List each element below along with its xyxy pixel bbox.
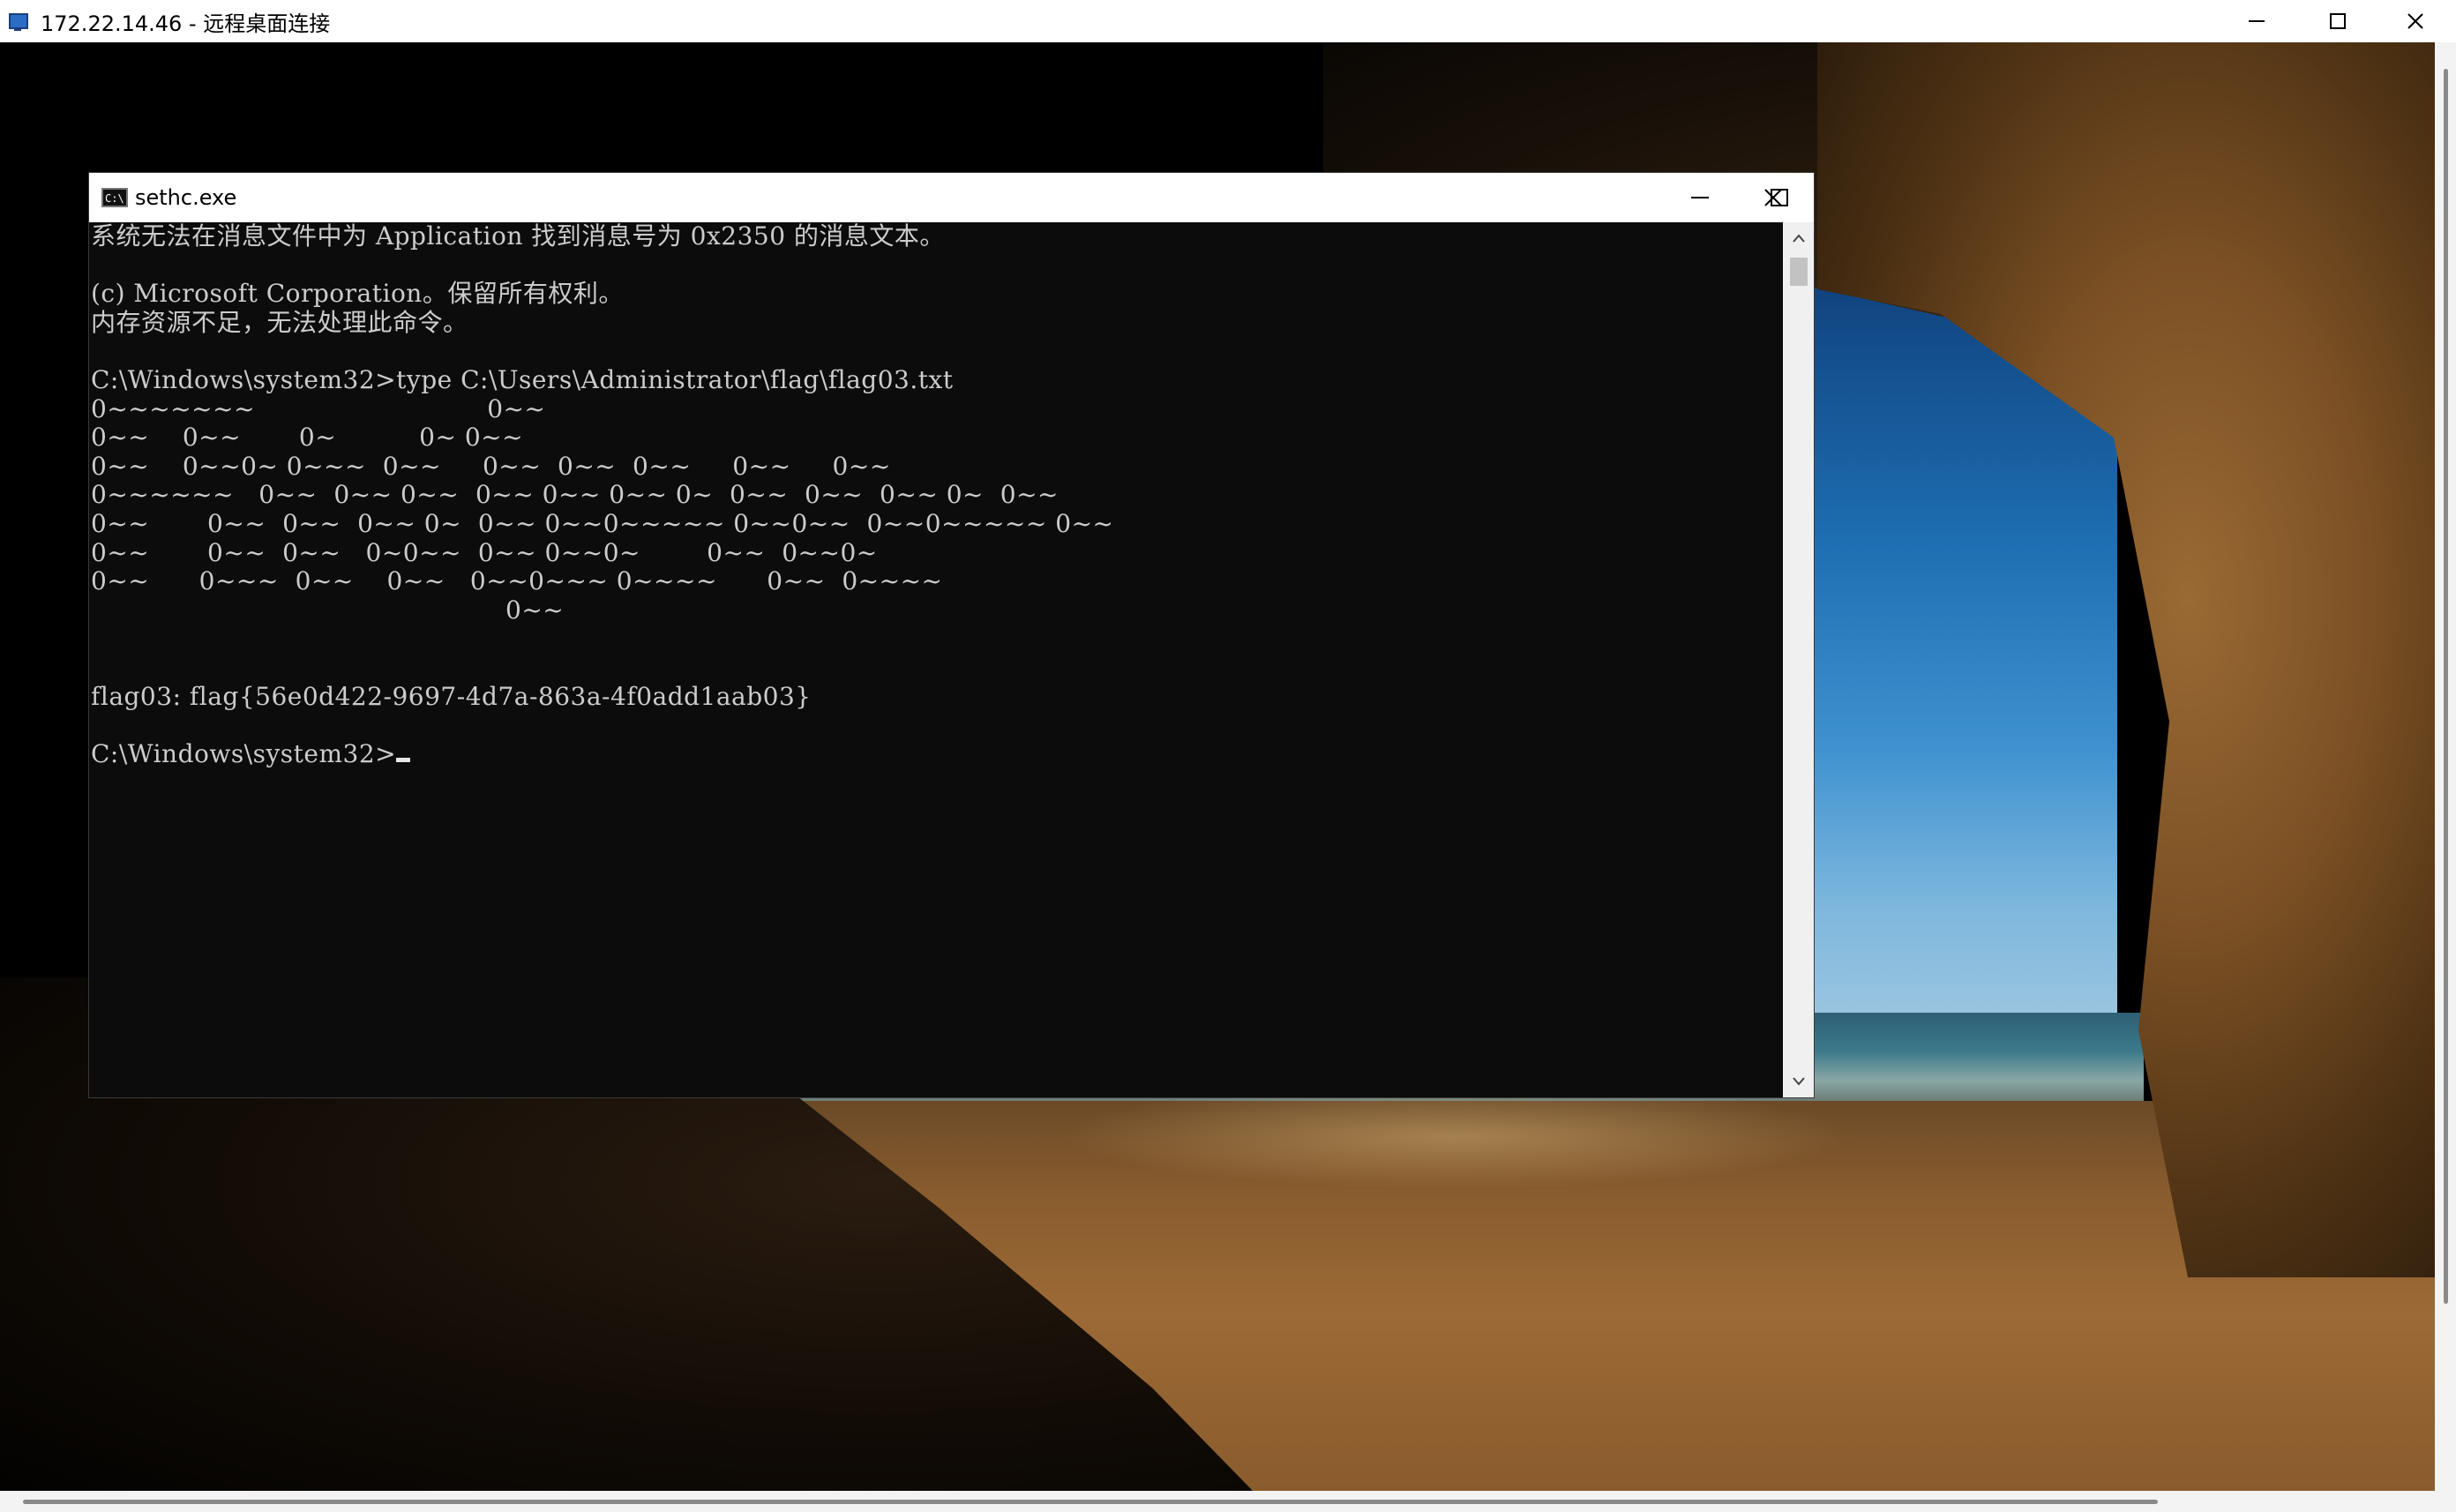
wallpaper-reflection xyxy=(1059,1083,1853,1189)
minimize-icon xyxy=(2249,20,2265,22)
close-icon xyxy=(2407,13,2423,29)
minimize-icon xyxy=(1691,197,1709,198)
console-vertical-scrollbar[interactable] xyxy=(1783,222,1814,1097)
console-line: 0~~ 0~~~ 0~~ 0~~ 0~~0~~~ 0~~~~ 0~~ 0~~~~ xyxy=(91,566,943,596)
close-icon xyxy=(1763,189,1782,206)
console-line: 0~~ 0~~ 0~~ 0~~ 0~ 0~~ 0~~0~~~~~ 0~~0~~ … xyxy=(91,508,1114,538)
remote-desktop-icon xyxy=(7,10,30,33)
console-line: 内存资源不足，无法处理此命令。 xyxy=(91,307,468,337)
scroll-up-icon xyxy=(1792,234,1805,243)
rdp-minimize-button[interactable] xyxy=(2216,0,2297,42)
rdp-vertical-scrollbar[interactable] xyxy=(2435,42,2456,1491)
console-line: 0~~~~~~ 0~~ 0~~ 0~~ 0~~ 0~~ 0~~ 0~ 0~~ 0… xyxy=(91,480,1060,510)
rdp-scroll-corner xyxy=(2435,1491,2456,1512)
console-line: 0~~ 0~~ 0~ 0~ 0~~ xyxy=(91,423,524,453)
console-line: (c) Microsoft Corporation。保留所有权利。 xyxy=(91,279,624,309)
console-text: 系统无法在消息文件中为 Application 找到消息号为 0x2350 的消… xyxy=(89,222,1783,768)
console-line: 系统无法在消息文件中为 Application 找到消息号为 0x2350 的消… xyxy=(91,222,945,251)
rdp-window-title: 172.22.14.46 - 远程桌面连接 xyxy=(41,11,331,36)
scrollbar-thumb[interactable] xyxy=(1790,258,1808,286)
cmd-icon: C:\ xyxy=(101,188,128,207)
console-line: 0~~ 0~~0~ 0~~~ 0~~ 0~~ 0~~ 0~~ 0~~ 0~~ xyxy=(91,451,891,481)
console-line: 0~~ 0~~ 0~~ 0~0~~ 0~~ 0~~0~ 0~~ 0~~0~ xyxy=(91,537,878,567)
console-line: flag03: flag{56e0d422-9697-4d7a-863a-4f0… xyxy=(91,681,812,711)
console-window[interactable]: C:\ sethc.exe 系统无法在消息文件中为 Application 找到… xyxy=(89,173,1814,1097)
rdp-title-bar: 172.22.14.46 - 远程桌面连接 xyxy=(0,0,2456,43)
rdp-horizontal-scrollbar[interactable] xyxy=(0,1491,2435,1512)
console-line: 0~~~~~~~ 0~~ xyxy=(91,393,546,423)
rdp-maximize-button[interactable] xyxy=(2297,0,2378,42)
console-output[interactable]: 系统无法在消息文件中为 Application 找到消息号为 0x2350 的消… xyxy=(89,222,1783,1097)
rdp-horizontal-scroll-thumb[interactable] xyxy=(23,1500,2158,1504)
scroll-down-button[interactable] xyxy=(1783,1066,1814,1097)
console-close-button[interactable] xyxy=(1732,173,1814,222)
console-minimize-button[interactable] xyxy=(1659,173,1741,222)
rdp-vertical-scroll-thumb[interactable] xyxy=(2444,69,2448,1304)
maximize-icon xyxy=(2330,13,2346,29)
console-window-title: sethc.exe xyxy=(135,185,237,210)
console-line: C:\Windows\system32> xyxy=(91,738,397,768)
scroll-down-icon xyxy=(1792,1077,1805,1086)
text-cursor xyxy=(396,757,411,762)
console-title-bar[interactable]: C:\ sethc.exe xyxy=(89,173,1814,222)
console-line: 0~~ xyxy=(91,595,565,625)
scroll-up-button[interactable] xyxy=(1783,222,1814,254)
rdp-close-button[interactable] xyxy=(2375,0,2456,42)
remote-desktop-area[interactable]: C:\ sethc.exe 系统无法在消息文件中为 Application 找到… xyxy=(0,42,2435,1491)
console-line: C:\Windows\system32>type C:\Users\Admini… xyxy=(91,364,954,394)
